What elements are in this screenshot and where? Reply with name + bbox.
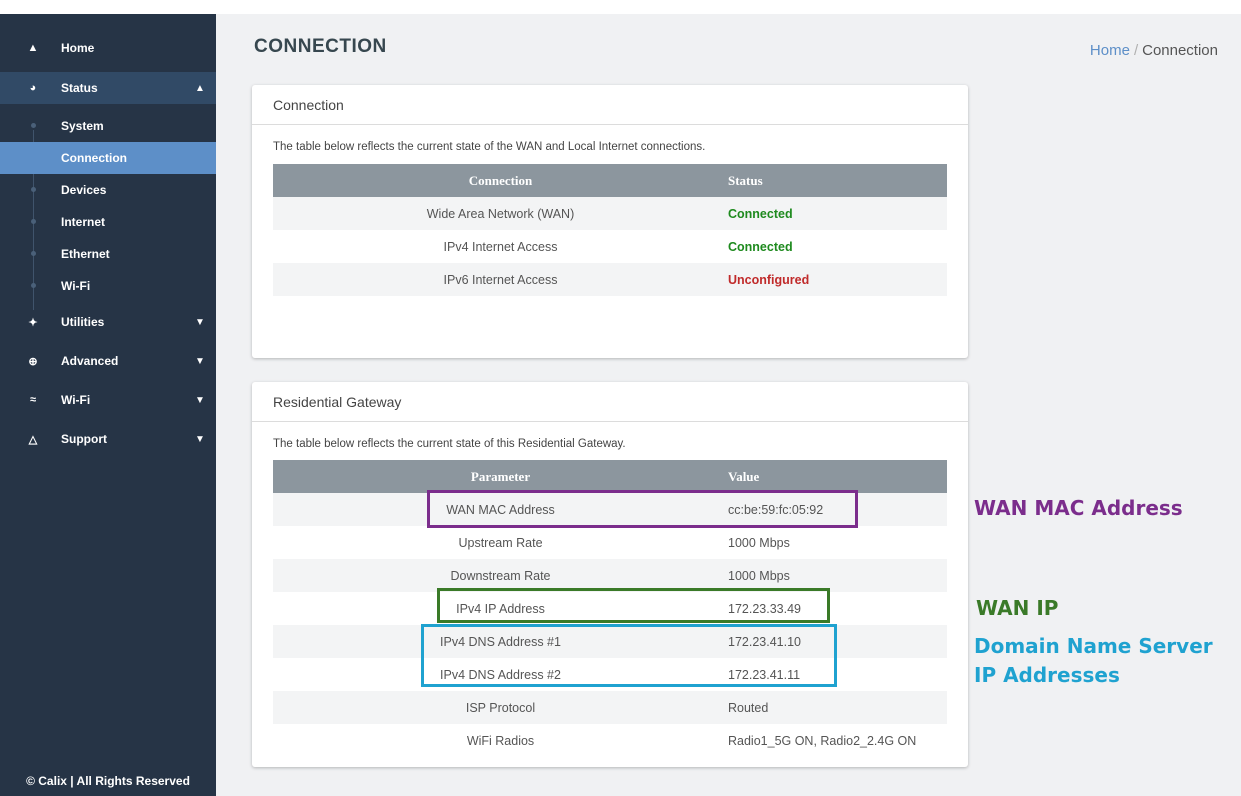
wan-mac-highlight-box: [427, 490, 858, 528]
sidebar-footer: © Calix | All Rights Reserved: [26, 774, 190, 788]
breadcrumb-home-link[interactable]: Home: [1090, 42, 1130, 59]
column-header: Status: [728, 172, 763, 188]
nav-utilities[interactable]: ✦ Utilities ▼: [0, 306, 216, 338]
breadcrumb-separator: /: [1133, 42, 1139, 59]
nav-wifi[interactable]: ≈ Wi-Fi ▼: [0, 384, 216, 416]
column-header: Value: [728, 468, 760, 484]
nav-status-label: Status: [61, 81, 98, 95]
wrench-icon: ✦: [28, 316, 38, 329]
wan-ip-highlight-box: [437, 588, 830, 623]
sidebar-item-label: Devices: [61, 183, 107, 197]
table-cell: Routed: [728, 700, 769, 715]
submenu-dot: [31, 283, 36, 288]
table-cell: 1000 Mbps: [728, 535, 790, 550]
chevron-up-icon: ▲: [195, 82, 205, 94]
home-icon: ▲: [27, 42, 39, 54]
table-row: Upstream Rate 1000 Mbps: [273, 526, 947, 559]
table-cell: IPv6 Internet Access: [443, 272, 558, 287]
nav-support-label: Support: [61, 432, 107, 446]
nav-utilities-label: Utilities: [61, 315, 105, 329]
panel-description: The table below reflects the current sta…: [273, 141, 706, 153]
page-title: CONNECTION: [254, 36, 387, 57]
nav-home[interactable]: ▲ Home: [0, 32, 216, 64]
cloud-icon: △: [28, 433, 38, 446]
connection-table: Connection Status Wide Area Network (WAN…: [273, 164, 947, 296]
chevron-down-icon: ▼: [195, 394, 205, 406]
chevron-down-icon: ▼: [195, 433, 205, 445]
sidebar-item-connection[interactable]: Connection: [0, 142, 216, 174]
table-row: IPv6 Internet Access Unconfigured: [273, 263, 947, 296]
sidebar-item-label: Wi-Fi: [61, 279, 91, 293]
table-row: Wide Area Network (WAN) Connected: [273, 197, 947, 230]
table-header: Parameter Value: [273, 460, 947, 493]
table-cell: Wide Area Network (WAN): [426, 206, 575, 221]
table-row: ISP Protocol Routed: [273, 691, 947, 724]
panel-title: Connection: [252, 85, 968, 125]
submenu-dot: [31, 123, 36, 128]
submenu-dot: [31, 251, 36, 256]
nav-advanced[interactable]: ⊕ Advanced ▼: [0, 345, 216, 377]
sidebar-item-label: Ethernet: [61, 247, 110, 261]
nav-wifi-label: Wi-Fi: [61, 393, 91, 407]
column-header: Connection: [468, 172, 533, 188]
table-cell: ISP Protocol: [465, 700, 536, 715]
table-cell: 1000 Mbps: [728, 568, 790, 583]
status-cell: Connected: [728, 206, 793, 221]
submenu-dot: [31, 219, 36, 224]
nav-support[interactable]: △ Support ▼: [0, 423, 216, 455]
sidebar-item-label: Internet: [61, 215, 106, 229]
submenu-dot: [31, 187, 36, 192]
dashboard-icon: ◕: [29, 82, 37, 94]
chevron-down-icon: ▼: [195, 316, 205, 328]
nav-status[interactable]: ◕ Status ▲: [0, 72, 216, 104]
globe-icon: ⊕: [28, 355, 38, 368]
breadcrumb: Home / Connection: [1090, 42, 1218, 59]
annotation-dns-line2: IP Addresses: [974, 663, 1120, 687]
table-cell: Downstream Rate: [450, 568, 551, 583]
gateway-panel: Residential Gateway The table below refl…: [252, 382, 968, 767]
sidebar-item-label: System: [61, 119, 104, 133]
status-cell: Unconfigured: [728, 272, 810, 287]
sidebar-item-label: Connection: [61, 151, 127, 165]
table-cell: Upstream Rate: [458, 535, 543, 550]
annotation-wan-ip: WAN IP: [976, 596, 1059, 620]
annotation-wan-mac: WAN MAC Address: [974, 496, 1183, 520]
table-header: Connection Status: [273, 164, 947, 197]
wifi-icon: ≈: [29, 394, 37, 406]
table-row: IPv4 Internet Access Connected: [273, 230, 947, 263]
table-row: WiFi Radios Radio1_5G ON, Radio2_2.4G ON: [273, 724, 947, 757]
table-cell: WiFi Radios: [466, 733, 535, 748]
table-cell: Radio1_5G ON, Radio2_2.4G ON: [728, 733, 917, 748]
panel-title: Residential Gateway: [252, 382, 968, 422]
column-header: Parameter: [470, 468, 531, 484]
dns-highlight-box: [421, 624, 837, 687]
panel-description: The table below reflects the current sta…: [273, 438, 626, 450]
table-cell: IPv4 Internet Access: [443, 239, 558, 254]
status-cell: Connected: [728, 239, 793, 254]
connection-panel: Connection The table below reflects the …: [252, 85, 968, 358]
chevron-down-icon: ▼: [195, 355, 205, 367]
breadcrumb-current: Connection: [1142, 42, 1218, 59]
nav-home-label: Home: [61, 41, 95, 55]
annotation-dns-line1: Domain Name Server: [974, 634, 1213, 658]
sidebar: ▲ Home ◕ Status ▲ System Connection Devi…: [0, 14, 216, 796]
nav-advanced-label: Advanced: [61, 354, 119, 368]
